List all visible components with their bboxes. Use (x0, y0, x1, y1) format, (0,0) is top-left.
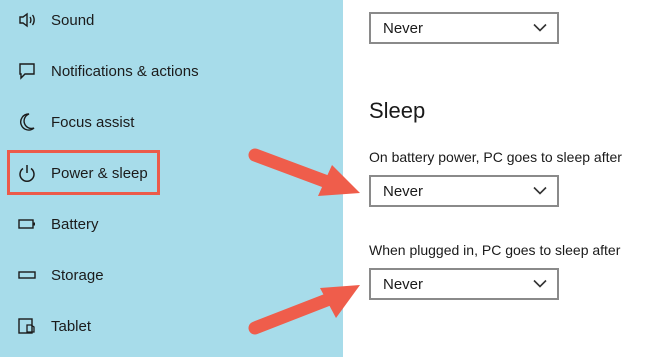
sidebar-item-focus-assist[interactable]: Focus assist (0, 102, 343, 142)
plugged-sleep-select[interactable]: Never (369, 268, 559, 300)
sidebar-item-label: Storage (51, 266, 104, 284)
storage-icon (17, 265, 37, 285)
sidebar-item-storage[interactable]: Storage (0, 255, 343, 295)
sidebar-item-battery[interactable]: Battery (0, 204, 343, 244)
power-sleep-highlight (7, 150, 160, 195)
screen-timeout-select[interactable]: Never (369, 12, 559, 44)
settings-sidebar: Sound Notifications & actions Focus assi… (0, 0, 343, 357)
select-value: Never (383, 182, 424, 200)
sidebar-item-label: Sound (51, 11, 95, 29)
moon-icon (17, 112, 37, 132)
sidebar-item-sound[interactable]: Sound (0, 0, 343, 40)
battery-sleep-select[interactable]: Never (369, 175, 559, 207)
battery-icon (17, 214, 37, 234)
tablet-icon (17, 316, 37, 336)
message-icon (17, 61, 37, 81)
chevron-down-icon (533, 23, 547, 32)
chevron-down-icon (533, 186, 547, 195)
speaker-icon (17, 10, 37, 30)
power-sleep-settings: Never Sleep On battery power, PC goes to… (343, 0, 672, 357)
select-value: Never (383, 275, 424, 293)
battery-sleep-label: On battery power, PC goes to sleep after (369, 149, 622, 165)
sidebar-item-label: Battery (51, 215, 99, 233)
sleep-heading: Sleep (369, 98, 426, 123)
sidebar-item-tablet[interactable]: Tablet (0, 306, 343, 346)
sidebar-item-label: Notifications & actions (51, 62, 199, 80)
chevron-down-icon (533, 279, 547, 288)
sidebar-item-label: Focus assist (51, 113, 135, 131)
plugged-sleep-label: When plugged in, PC goes to sleep after (369, 242, 621, 258)
sidebar-item-notifications[interactable]: Notifications & actions (0, 51, 343, 91)
sidebar-item-label: Tablet (51, 317, 92, 335)
select-value: Never (383, 19, 424, 37)
